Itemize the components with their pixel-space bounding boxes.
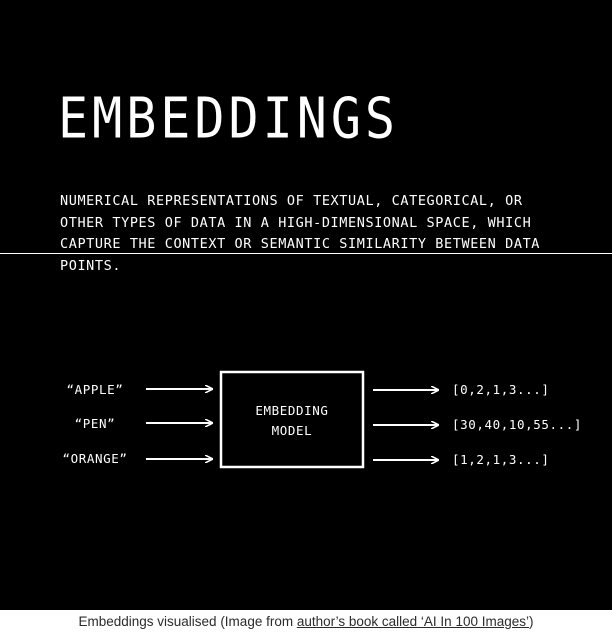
model-label-line: EMBEDDING (255, 403, 328, 418)
image-caption: Embeddings visualised (Image from author… (0, 614, 612, 629)
caption-prefix: Embeddings visualised (Image from (78, 614, 297, 629)
input-label-orange: “ORANGE” (62, 451, 127, 466)
output-vector: [0,2,1,3...] (452, 382, 550, 397)
input-label-apple: “APPLE” (67, 382, 124, 397)
model-label-line: MODEL (272, 423, 313, 438)
embeddings-figure: EMBEDDINGS NUMERICAL REPRESENTATIONS OF … (0, 0, 612, 610)
caption-suffix: ) (529, 614, 534, 629)
book-link[interactable]: author’s book called ‘AI In 100 Images’ (297, 614, 529, 629)
embedding-model-box (219, 370, 365, 469)
output-vector: [30,40,10,55...] (452, 417, 582, 432)
output-vector: [1,2,1,3...] (452, 452, 550, 467)
embedding-diagram: “APPLE” “PEN” “ORANGE” EMBEDDING MODEL [… (62, 370, 582, 469)
input-label-pen: “PEN” (75, 416, 116, 431)
